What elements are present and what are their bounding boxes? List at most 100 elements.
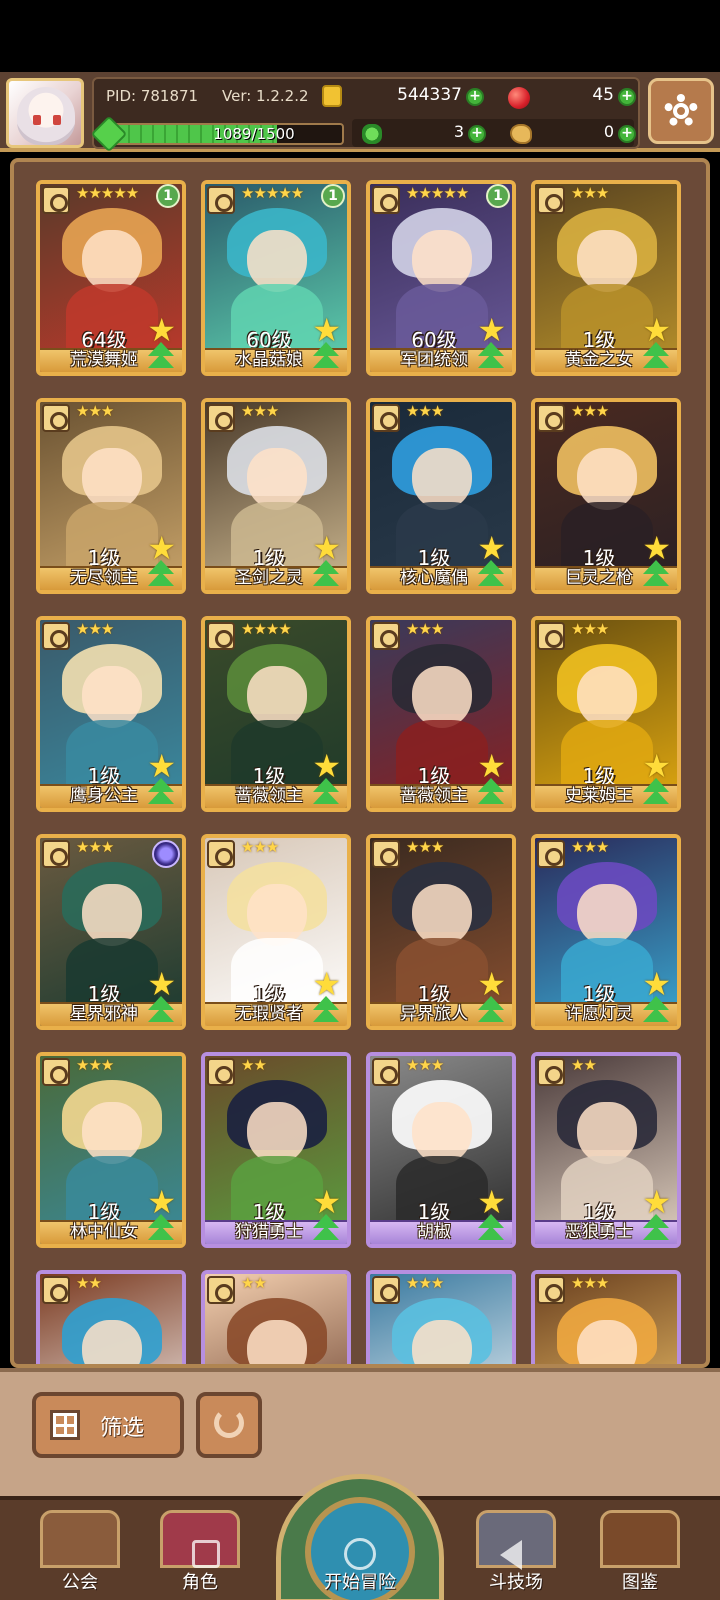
class-icon <box>537 622 565 650</box>
class-icon <box>207 404 235 432</box>
class-icon <box>537 186 565 214</box>
refresh-button[interactable] <box>196 1392 262 1458</box>
character-card[interactable]: ★★★ 1级 异界旅人 ★ <box>366 834 516 1030</box>
duplicate-count-badge: 1 <box>321 184 345 208</box>
clover-amount: 3 <box>453 122 464 141</box>
nav-codex[interactable]: 图鉴 <box>592 1508 688 1600</box>
apple-icon <box>508 87 530 109</box>
level-up-arrow-icon <box>309 560 343 590</box>
star-rating: ★★★ <box>76 838 114 856</box>
add-clover-button[interactable]: + <box>468 125 486 143</box>
level-up-arrow-icon <box>144 996 178 1026</box>
star-rating: ★★★ <box>241 838 279 856</box>
clover-icon <box>362 124 382 144</box>
character-card[interactable]: ★★ 1级 狩猎勇士 ★ <box>201 1052 351 1248</box>
gold-amount: 544337 <box>397 85 462 105</box>
level-up-arrow-icon <box>474 778 508 808</box>
nav-codex-label: 图鉴 <box>622 1572 658 1593</box>
resource-panel: PID: 781871 Ver: 1.2.2.2 544337 + 45 + 1… <box>90 77 640 153</box>
character-card[interactable]: ★★★ 1级 无瑕贤者 ★ <box>201 834 351 1030</box>
character-card[interactable]: ★★★ <box>531 1270 681 1364</box>
orb-icon <box>152 840 180 868</box>
book-icon <box>600 1510 680 1568</box>
avatar-portrait <box>17 87 75 145</box>
character-card[interactable]: ★★★ 1级 巨灵之枪 ★ <box>531 398 681 594</box>
nav-arena[interactable]: 斗技场 <box>468 1508 564 1600</box>
nav-character-label: 角色 <box>182 1572 218 1593</box>
nav-guild-label: 公会 <box>62 1572 98 1593</box>
star-rating: ★★ <box>571 1056 597 1074</box>
level-up-arrow-icon <box>474 1214 508 1244</box>
avatar-eye <box>53 115 61 125</box>
character-card[interactable]: ★★★ 1级 无尽领主 ★ <box>36 398 186 594</box>
character-card[interactable]: ★★★ 1级 许愿灯灵 ★ <box>531 834 681 1030</box>
class-icon <box>372 1276 400 1304</box>
character-card[interactable]: ★★ <box>36 1270 186 1364</box>
duplicate-count-badge: 1 <box>156 184 180 208</box>
star-rating: ★★★ <box>76 620 114 638</box>
level-up-arrow-icon <box>639 342 673 372</box>
star-rating: ★★★ <box>571 184 609 202</box>
player-id: PID: 781871 <box>106 87 199 105</box>
character-roster[interactable]: ★★★★★ 1 64级 荒漠舞姬 ★ ★★★★★ 1 60级 水晶菇娘 ★ ★★★★★ 1 60级 军团统… <box>10 158 710 1368</box>
class-icon <box>372 622 400 650</box>
add-apple-button[interactable]: + <box>618 88 636 106</box>
class-icon <box>207 186 235 214</box>
character-card[interactable]: ★★ <box>201 1270 351 1364</box>
star-rating: ★★★ <box>76 402 114 420</box>
class-icon <box>537 404 565 432</box>
experience-gem-icon <box>90 115 128 153</box>
level-up-arrow-icon <box>309 342 343 372</box>
star-rating: ★★★ <box>406 402 444 420</box>
star-rating: ★★★ <box>406 620 444 638</box>
character-card[interactable]: ★★★★★ 1 60级 军团统领 ★ <box>366 180 516 376</box>
star-rating: ★★ <box>76 1274 102 1292</box>
character-card[interactable]: ★★ 1级 恶狼勇士 ★ <box>531 1052 681 1248</box>
character-card[interactable]: ★★★ <box>366 1270 516 1364</box>
character-card[interactable]: ★★★ 1级 鹰身公主 ★ <box>36 616 186 812</box>
character-card[interactable]: ★★★★ 1级 蔷薇领主 ★ <box>201 616 351 812</box>
filter-button[interactable]: 筛选 <box>32 1392 184 1458</box>
add-gold-button[interactable]: + <box>466 88 484 106</box>
character-card[interactable]: ★★★ 1级 蔷薇领主 ★ <box>366 616 516 812</box>
star-rating: ★★★ <box>76 1056 114 1074</box>
character-card[interactable]: ★★★★★ 1 60级 水晶菇娘 ★ <box>201 180 351 376</box>
experience-text: 1089/1500 <box>213 125 295 143</box>
character-card[interactable]: ★★★ 1级 史莱姆王 ★ <box>531 616 681 812</box>
character-card[interactable]: ★★★ 1级 黄金之女 ★ <box>531 180 681 376</box>
player-avatar[interactable] <box>6 78 84 148</box>
crossed-swords-icon <box>476 1510 556 1568</box>
nav-arena-label: 斗技场 <box>489 1572 543 1593</box>
grid-filter-icon <box>50 1410 80 1440</box>
star-rating: ★★★ <box>571 402 609 420</box>
star-rating: ★★ <box>241 1056 267 1074</box>
nav-adventure-label: 开始冒险 <box>324 1572 396 1593</box>
character-card[interactable]: ★★★ 1级 星界邪神 ★ <box>36 834 186 1030</box>
apple-amount: 45 <box>592 85 614 105</box>
character-card[interactable]: ★★★ 1级 胡椒 ★ <box>366 1052 516 1248</box>
class-icon <box>537 1276 565 1304</box>
level-up-arrow-icon <box>474 342 508 372</box>
add-meat-button[interactable]: + <box>618 125 636 143</box>
top-header: PID: 781871 Ver: 1.2.2.2 544337 + 45 + 1… <box>0 72 720 153</box>
class-icon <box>537 1058 565 1086</box>
level-up-arrow-icon <box>144 778 178 808</box>
class-icon <box>42 840 70 868</box>
class-icon <box>207 1276 235 1304</box>
class-icon <box>372 404 400 432</box>
nav-character[interactable]: 角色 <box>152 1508 248 1600</box>
class-icon <box>372 840 400 868</box>
character-card[interactable]: ★★★★★ 1 64级 荒漠舞姬 ★ <box>36 180 186 376</box>
level-up-arrow-icon <box>144 1214 178 1244</box>
nav-guild[interactable]: 公会 <box>32 1508 128 1600</box>
class-icon <box>537 840 565 868</box>
level-up-arrow-icon <box>144 560 178 590</box>
character-card[interactable]: ★★★ 1级 圣剑之灵 ★ <box>201 398 351 594</box>
settings-button[interactable] <box>648 78 714 144</box>
level-up-arrow-icon <box>639 778 673 808</box>
character-card[interactable]: ★★★ 1级 核心魔偶 ★ <box>366 398 516 594</box>
level-up-arrow-icon <box>474 996 508 1026</box>
character-card[interactable]: ★★★ 1级 林中仙女 ★ <box>36 1052 186 1248</box>
star-rating: ★★★ <box>571 1274 609 1292</box>
filter-label: 筛选 <box>100 1416 145 1441</box>
